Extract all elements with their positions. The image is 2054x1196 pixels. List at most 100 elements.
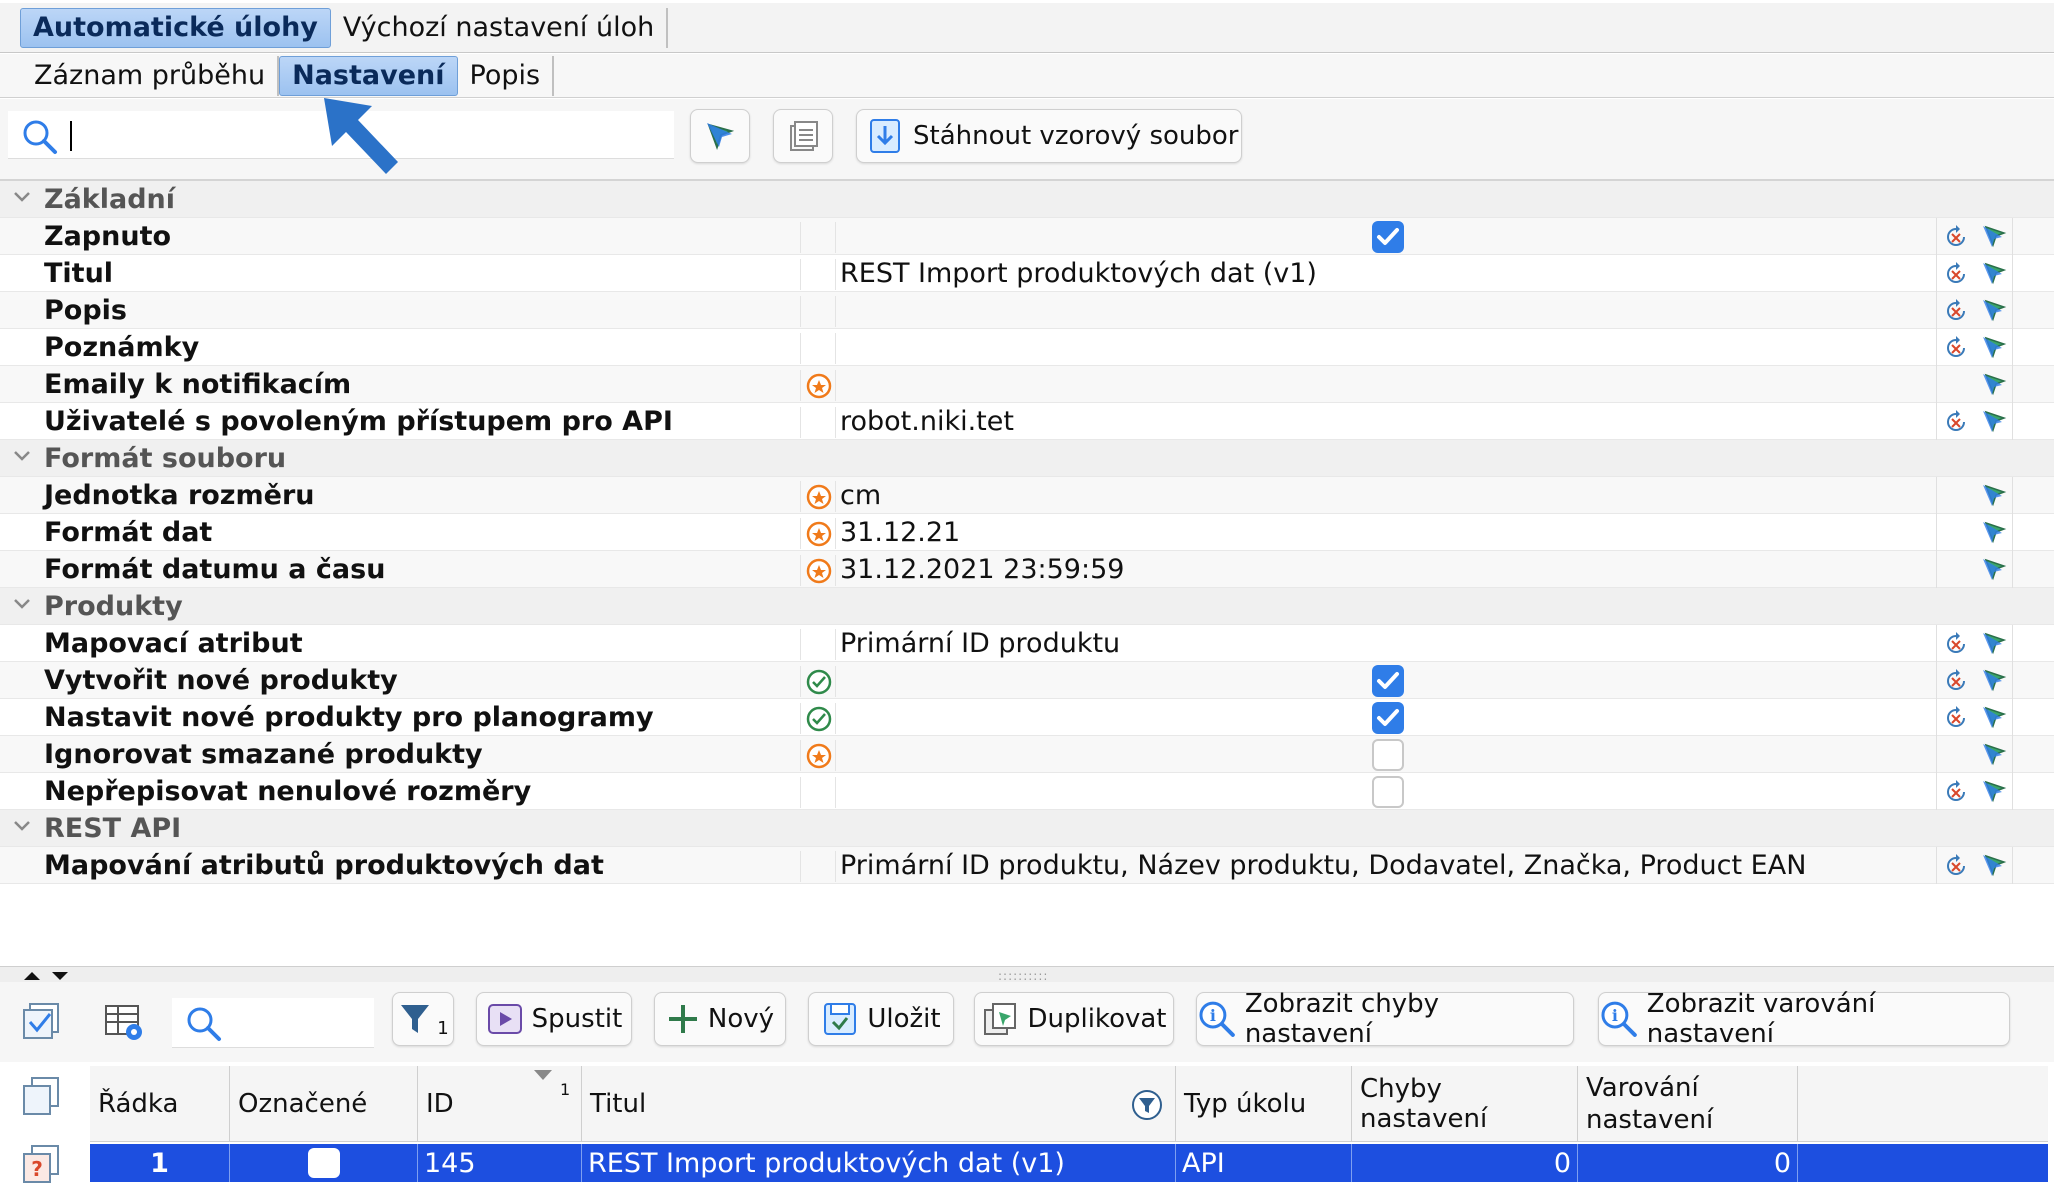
property-row[interactable]: Ignorovat smazané produkty (0, 736, 2054, 773)
cursor-flag-icon[interactable] (1980, 371, 2008, 399)
group-header[interactable]: REST API (0, 810, 2054, 847)
chevron-down-icon[interactable] (12, 446, 32, 466)
column-config-errors[interactable]: Chyby nastavení (1352, 1066, 1578, 1142)
column-task-type[interactable]: Typ úkolu (1176, 1066, 1352, 1142)
save-button[interactable]: Uložit (808, 992, 954, 1046)
default-orange-icon[interactable] (804, 556, 834, 586)
table-row[interactable]: 1 145 REST Import produktových dat (v1) … (90, 1144, 2048, 1182)
reset-value-icon[interactable] (1942, 667, 1970, 695)
tasks-search-input[interactable] (172, 998, 374, 1048)
property-value[interactable]: Primární ID produktu, Název produktu, Do… (840, 850, 1806, 881)
splitter-grip[interactable]: :::::::::: (998, 969, 1048, 983)
column-id[interactable]: ID 1 (418, 1066, 582, 1142)
column-row[interactable]: Řádka (90, 1066, 230, 1142)
sub-tab-0[interactable]: Záznam průběhu (22, 55, 280, 96)
property-value[interactable]: 31.12.2021 23:59:59 (840, 554, 1124, 585)
reset-value-icon[interactable] (1942, 704, 1970, 732)
reset-value-icon[interactable] (1942, 260, 1970, 288)
property-row[interactable]: Popis (0, 292, 2054, 329)
reset-value-icon[interactable] (1942, 297, 1970, 325)
select-all-icon[interactable] (20, 1000, 64, 1044)
property-checkbox[interactable] (1372, 665, 1404, 697)
property-row[interactable]: Vytvořit nové produkty (0, 662, 2054, 699)
cursor-flag-icon[interactable] (1980, 408, 2008, 436)
show-warnings-button[interactable]: i Zobrazit varování nastavení (1598, 989, 2010, 1049)
cursor-flag-icon[interactable] (1980, 667, 2008, 695)
column-selected[interactable]: Označené (230, 1066, 418, 1142)
sub-tab-2[interactable]: Popis (458, 55, 555, 96)
cursor-flag-icon[interactable] (1980, 630, 2008, 658)
property-value[interactable]: cm (840, 480, 881, 511)
sub-tab-1[interactable]: Nastavení (279, 55, 458, 96)
property-checkbox[interactable] (1372, 776, 1404, 808)
property-row[interactable]: Mapování atributů produktových dat Primár… (0, 847, 2054, 884)
property-row[interactable]: Formát datumu a času 31.12.2021 23:59:59 (0, 551, 2054, 588)
chevron-down-icon[interactable] (12, 816, 32, 836)
cursor-flag-icon[interactable] (1980, 260, 2008, 288)
default-orange-icon[interactable] (804, 371, 834, 401)
cursor-flag-icon[interactable] (1980, 778, 2008, 806)
reset-value-icon[interactable] (1942, 408, 1970, 436)
main-tab-1[interactable]: Výchozí nastavení úloh (331, 7, 669, 48)
cursor-flag-icon[interactable] (1980, 704, 2008, 732)
property-row[interactable]: Formát dat 31.12.21 (0, 514, 2054, 551)
property-row[interactable]: Mapovací atribut Primární ID produktu (0, 625, 2054, 662)
group-header[interactable]: Formát souboru (0, 440, 2054, 477)
chevron-down-icon[interactable] (12, 594, 32, 614)
cursor-flag-icon[interactable] (1980, 223, 2008, 251)
help-icon[interactable]: ? (20, 1142, 64, 1186)
main-tab-0[interactable]: Automatické úlohy (20, 7, 331, 48)
reset-value-icon[interactable] (1942, 778, 1970, 806)
property-row[interactable]: Nepřepisovat nenulové rozměry (0, 773, 2054, 810)
cursor-flag-icon[interactable] (1980, 852, 2008, 880)
show-errors-button[interactable]: i Zobrazit chyby nastavení (1196, 989, 1574, 1049)
group-header[interactable]: Základní (0, 181, 2054, 218)
pick-button[interactable] (690, 109, 750, 163)
property-value[interactable]: 31.12.21 (840, 517, 960, 548)
modified-green-icon[interactable] (804, 704, 834, 734)
default-orange-icon[interactable] (804, 741, 834, 771)
cursor-flag-icon[interactable] (1980, 297, 2008, 325)
cursor-flag-icon[interactable] (1980, 334, 2008, 362)
run-button[interactable]: Spustit (476, 992, 632, 1046)
duplicate-button[interactable]: Duplikovat (974, 992, 1174, 1046)
cursor-flag-icon[interactable] (1980, 556, 2008, 584)
reset-value-icon[interactable] (1942, 223, 1970, 251)
property-row[interactable]: Poznámky (0, 329, 2054, 366)
reset-value-icon[interactable] (1942, 334, 1970, 362)
copy-icon[interactable] (20, 1074, 64, 1118)
chevron-down-icon[interactable] (12, 187, 32, 207)
default-orange-icon[interactable] (804, 482, 834, 512)
default-orange-icon[interactable] (804, 519, 834, 549)
property-checkbox[interactable] (1372, 739, 1404, 771)
reset-value-icon[interactable] (1942, 852, 1970, 880)
group-header[interactable]: Produkty (0, 588, 2054, 625)
column-title[interactable]: Titul (582, 1066, 1176, 1142)
property-value[interactable]: Primární ID produktu (840, 628, 1120, 659)
column-filter-icon[interactable] (1130, 1088, 1164, 1122)
property-checkbox[interactable] (1372, 221, 1404, 253)
download-sample-button[interactable]: Stáhnout vzorový soubor (856, 109, 1242, 163)
property-row[interactable]: Jednotka rozměru cm (0, 477, 2054, 514)
collapse-arrows-icon[interactable] (22, 970, 72, 982)
property-value[interactable]: REST Import produktových dat (v1) (840, 258, 1317, 289)
property-value[interactable]: robot.niki.tet (840, 406, 1014, 437)
modified-green-icon[interactable] (804, 667, 834, 697)
cursor-flag-icon[interactable] (1980, 519, 2008, 547)
table-settings-icon[interactable] (102, 1000, 146, 1044)
property-checkbox[interactable] (1372, 702, 1404, 734)
cursor-flag-icon[interactable] (1980, 482, 2008, 510)
property-row[interactable]: Nastavit nové produkty pro planogramy (0, 699, 2054, 736)
reset-value-icon[interactable] (1942, 630, 1970, 658)
cursor-flag-icon[interactable] (1980, 741, 2008, 769)
panel-splitter[interactable]: :::::::::: (0, 966, 2054, 983)
column-config-warnings[interactable]: Varování nastavení (1578, 1066, 1798, 1142)
property-row[interactable]: Uživatelé s povoleným přístupem pro API r… (0, 403, 2054, 440)
new-button[interactable]: Nový (654, 992, 786, 1046)
row-select-checkbox[interactable] (307, 1148, 340, 1178)
property-row[interactable]: Titul REST Import produktových dat (v1) (0, 255, 2054, 292)
property-row[interactable]: Zapnuto (0, 218, 2054, 255)
document-button[interactable] (773, 109, 833, 163)
property-row[interactable]: Emaily k notifikacím (0, 366, 2054, 403)
filter-button[interactable]: 1 (392, 992, 454, 1046)
